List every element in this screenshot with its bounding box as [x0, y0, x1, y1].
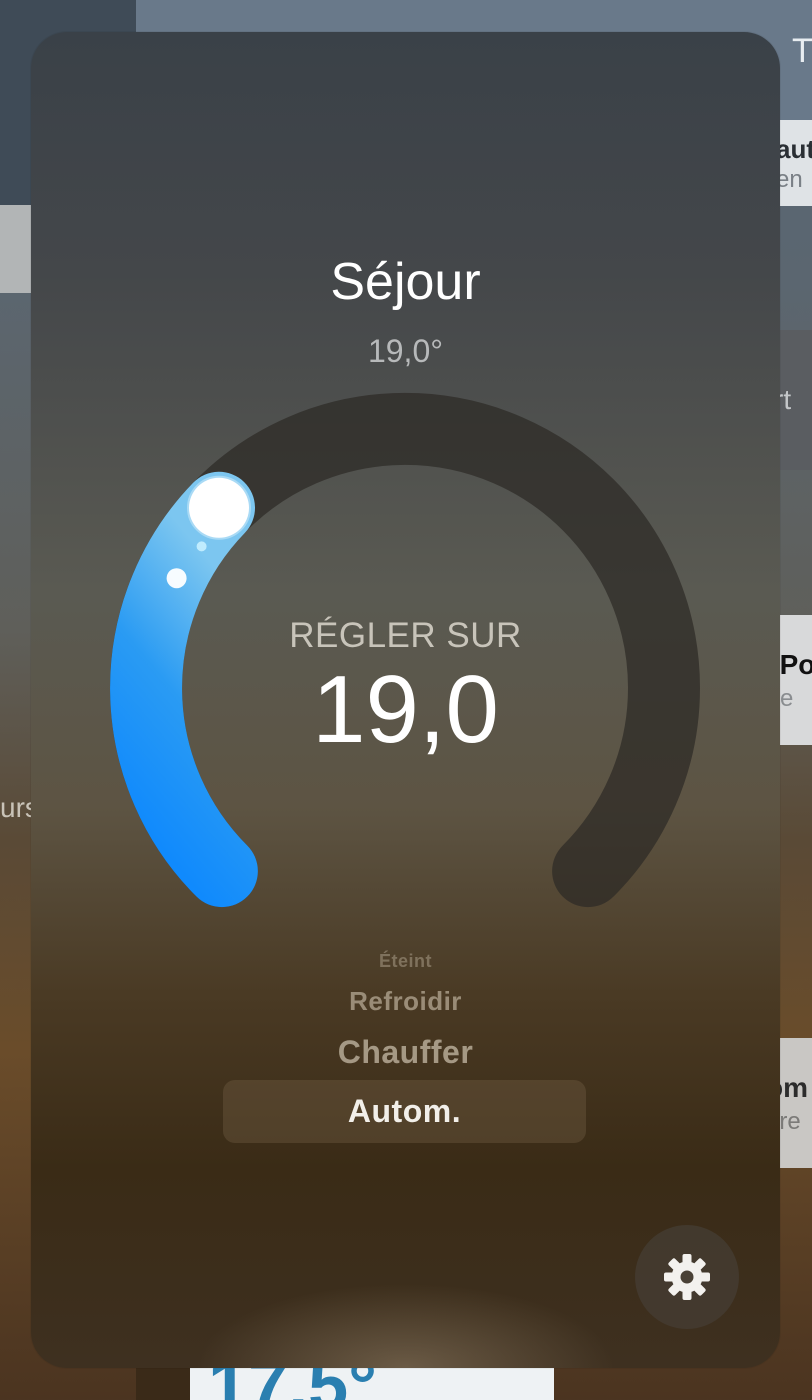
background-tile-1-title: aut [776, 134, 812, 164]
background-tile-1-status: en [776, 166, 803, 193]
settings-button[interactable] [635, 1225, 739, 1329]
dial-handle[interactable] [187, 475, 251, 540]
set-label: RÉGLER SUR [289, 616, 522, 655]
gear-icon [664, 1254, 710, 1300]
target-temperature: 19,0 [312, 656, 499, 763]
background-header-letter: T [792, 32, 812, 70]
dial-bubble [196, 541, 207, 552]
mode-auto-selected[interactable]: Autom. [223, 1080, 586, 1143]
dial-bubble [166, 568, 187, 589]
thermostat-modal: Séjour 19,0° RÉGLER SUR 19,0 Éteint Refr… [31, 32, 780, 1368]
mode-off[interactable]: Éteint [31, 951, 780, 972]
mode-heat[interactable]: Chauffer [31, 1034, 780, 1071]
mode-cool[interactable]: Refroidir [31, 986, 780, 1017]
